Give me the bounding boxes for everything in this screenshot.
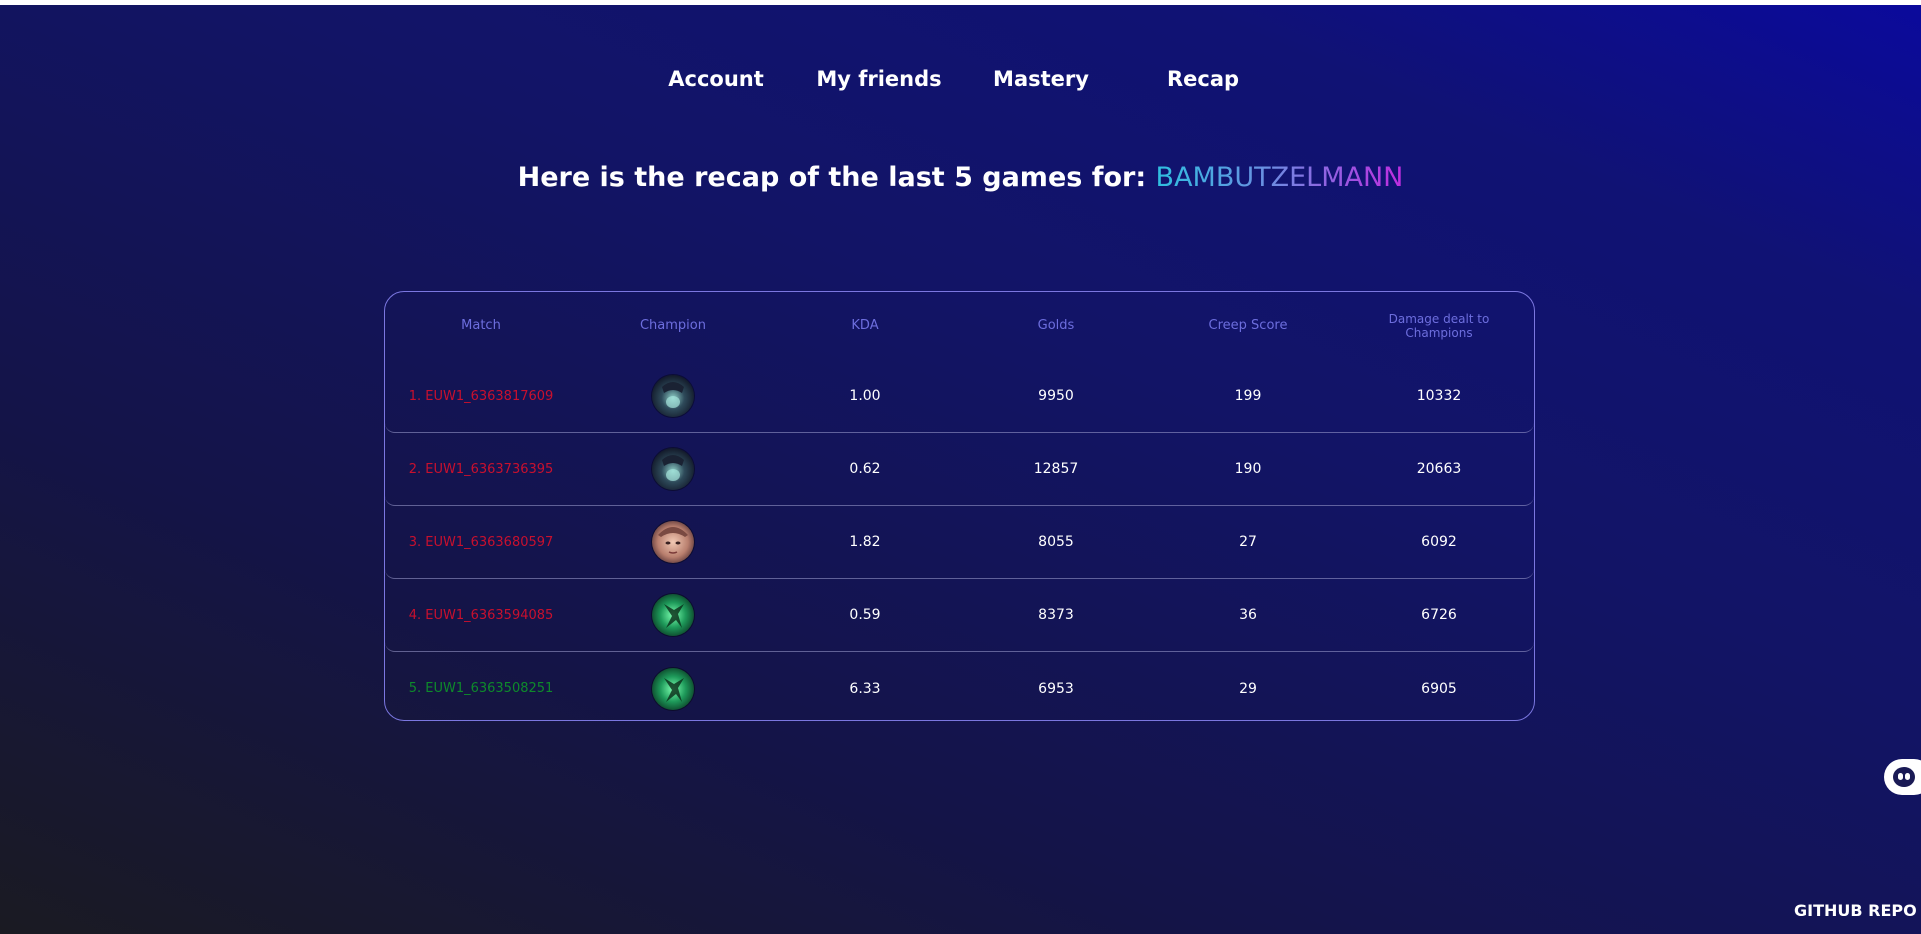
creep-score-value: 36 xyxy=(1239,607,1257,623)
kda-value: 1.00 xyxy=(849,388,881,404)
table-row: 3. EUW1_6363680597 1.82 8055 27 6092 xyxy=(385,506,1534,579)
column-header-damage: Damage dealt to Champions xyxy=(1388,312,1490,340)
champion-portrait-icon xyxy=(652,594,694,636)
top-nav: Account My friends Mastery Recap xyxy=(0,59,1921,99)
assistant-face-icon xyxy=(1893,767,1915,787)
github-repo-link[interactable]: GITHUB REPO xyxy=(1794,901,1917,920)
golds-value: 12857 xyxy=(1033,461,1079,477)
eye-icon xyxy=(1905,773,1910,780)
column-header-kda: KDA xyxy=(851,318,879,333)
creep-score-value: 29 xyxy=(1239,680,1257,697)
column-header-match: Match xyxy=(461,318,501,333)
golds-value: 9950 xyxy=(1038,388,1074,404)
match-id[interactable]: 1. EUW1_6363817609 xyxy=(409,360,554,432)
golds-value: 8373 xyxy=(1038,607,1074,623)
champion-portrait-icon xyxy=(652,667,694,710)
kda-value: 0.62 xyxy=(849,461,881,477)
match-id[interactable]: 5. EUW1_6363508251 xyxy=(409,652,554,725)
page-background: Account My friends Mastery Recap Here is… xyxy=(0,5,1921,934)
table-row: 1. EUW1_6363817609 1.00 9950 199 10332 xyxy=(385,360,1534,433)
table-row: 5. EUW1_6363508251 6.33 6953 29 6905 xyxy=(385,652,1534,725)
kda-value: 6.33 xyxy=(849,680,881,697)
table-row: 2. EUW1_6363736395 0.62 12857 190 20663 xyxy=(385,433,1534,506)
nav-mastery[interactable]: Mastery xyxy=(993,59,1089,99)
golds-value: 6953 xyxy=(1038,680,1074,697)
nav-my-friends[interactable]: My friends xyxy=(816,59,941,99)
nav-account[interactable]: Account xyxy=(668,59,764,99)
page-title: Here is the recap of the last 5 games fo… xyxy=(0,157,1921,199)
column-header-creep-score: Creep Score xyxy=(1208,318,1288,333)
match-id[interactable]: 4. EUW1_6363594085 xyxy=(409,579,554,651)
champion-portrait-icon xyxy=(652,521,694,563)
champion-portrait-icon xyxy=(652,448,694,490)
recap-table: Match Champion KDA Golds Creep Score Dam… xyxy=(384,291,1535,721)
page-title-prefix: Here is the recap of the last 5 games fo… xyxy=(517,162,1156,193)
column-header-champion: Champion xyxy=(639,318,706,333)
champion-cell xyxy=(652,360,694,432)
damage-value: 6092 xyxy=(1421,534,1457,550)
table-row: 4. EUW1_6363594085 0.59 8373 36 6726 xyxy=(385,579,1534,652)
creep-score-value: 27 xyxy=(1239,534,1257,550)
match-id[interactable]: 2. EUW1_6363736395 xyxy=(409,433,554,505)
creep-score-value: 190 xyxy=(1234,461,1262,477)
column-header-golds: Golds xyxy=(1037,318,1075,333)
kda-value: 1.82 xyxy=(849,534,881,550)
player-name: BAMBUTZELMANN xyxy=(1155,162,1404,193)
match-id[interactable]: 3. EUW1_6363680597 xyxy=(409,506,554,578)
assistant-widget-button[interactable] xyxy=(1884,759,1921,795)
damage-value: 10332 xyxy=(1416,388,1462,404)
champion-cell xyxy=(652,652,694,725)
damage-value: 6905 xyxy=(1421,680,1457,697)
creep-score-value: 199 xyxy=(1234,388,1262,404)
kda-value: 0.59 xyxy=(849,607,881,623)
champion-cell xyxy=(652,579,694,651)
nav-recap[interactable]: Recap xyxy=(1167,59,1239,99)
eye-icon xyxy=(1898,773,1903,780)
champion-cell xyxy=(652,506,694,578)
damage-value: 20663 xyxy=(1416,461,1462,477)
damage-value: 6726 xyxy=(1421,607,1457,623)
champion-cell xyxy=(652,433,694,505)
golds-value: 8055 xyxy=(1038,534,1074,550)
champion-portrait-icon xyxy=(652,375,694,417)
table-header: Match Champion KDA Golds Creep Score Dam… xyxy=(385,292,1534,360)
